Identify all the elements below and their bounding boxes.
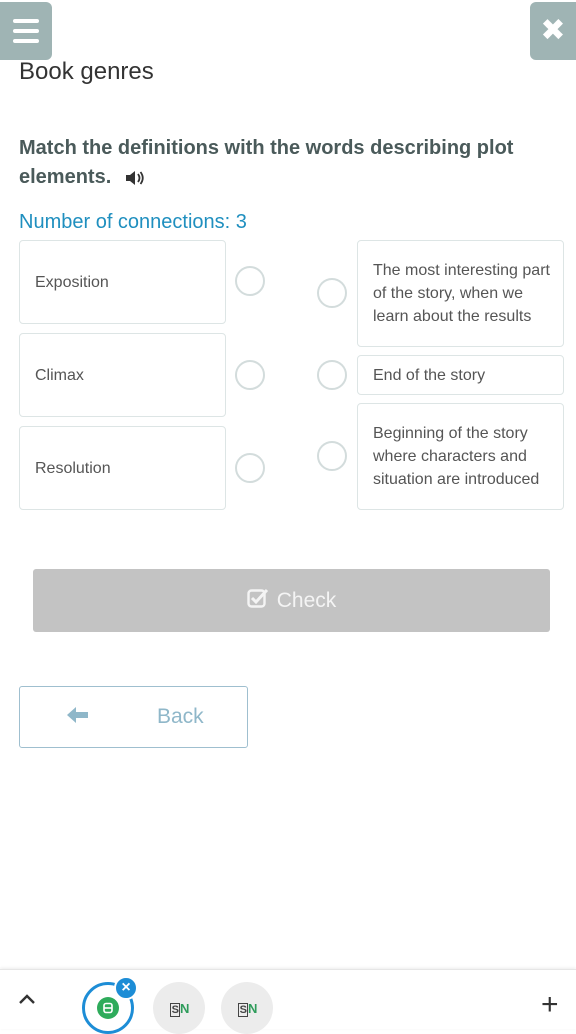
menu-icon-bar	[13, 19, 39, 23]
left-item-label: Resolution	[35, 459, 111, 477]
left-item-exposition[interactable]: Exposition	[19, 240, 226, 324]
check-label: Check	[276, 588, 337, 612]
right-item-3[interactable]: Beginning of the story where characters …	[357, 403, 564, 510]
left-item-climax[interactable]: Climax	[19, 333, 226, 417]
left-item-resolution[interactable]: Resolution	[19, 426, 226, 510]
right-connector-1[interactable]	[317, 278, 347, 308]
check-square-icon	[247, 588, 269, 614]
check-button[interactable]: Check	[33, 569, 550, 632]
connections-count: Number of connections: 3	[19, 211, 247, 233]
arrow-left-icon	[66, 705, 90, 731]
right-item-1[interactable]: The most interesting part of the story, …	[357, 240, 564, 347]
speaker-icon[interactable]	[125, 166, 145, 195]
back-label: Back	[157, 705, 204, 728]
tab-sn-2[interactable]: SN	[221, 982, 273, 1034]
page-title: Book genres	[19, 58, 154, 85]
task-instruction: Match the definitions with the words des…	[19, 134, 539, 195]
close-tab-icon[interactable]: ×	[114, 976, 138, 1000]
left-connector-3[interactable]	[235, 453, 265, 483]
right-item-label: End of the story	[373, 366, 486, 384]
tab-sn-1[interactable]: SN	[153, 982, 205, 1034]
right-connector-3[interactable]	[317, 441, 347, 471]
app-b-icon	[97, 997, 119, 1019]
left-item-label: Exposition	[35, 273, 109, 291]
menu-icon-bar	[13, 39, 39, 43]
back-button[interactable]: Back	[19, 686, 248, 748]
right-item-label: Beginning of the story where characters …	[373, 425, 540, 488]
plus-icon[interactable]: +	[541, 990, 559, 1020]
left-item-label: Climax	[35, 366, 84, 384]
instruction-text: Match the definitions with the words des…	[19, 137, 514, 188]
right-connector-2[interactable]	[317, 360, 347, 390]
right-item-2[interactable]: End of the story	[357, 355, 564, 395]
menu-icon-bar	[13, 29, 39, 33]
sn-icon: SN	[169, 1000, 189, 1017]
bottom-toolbar: SN SN +	[0, 969, 576, 1034]
left-connector-2[interactable]	[235, 360, 265, 390]
chevron-up-icon[interactable]	[17, 992, 37, 1011]
menu-button[interactable]	[0, 2, 52, 60]
sn-icon: SN	[237, 1000, 257, 1017]
right-item-label: The most interesting part of the story, …	[373, 262, 550, 325]
close-icon: ✖	[540, 14, 566, 47]
left-connector-1[interactable]	[235, 266, 265, 296]
close-button[interactable]: ✖	[530, 2, 576, 60]
